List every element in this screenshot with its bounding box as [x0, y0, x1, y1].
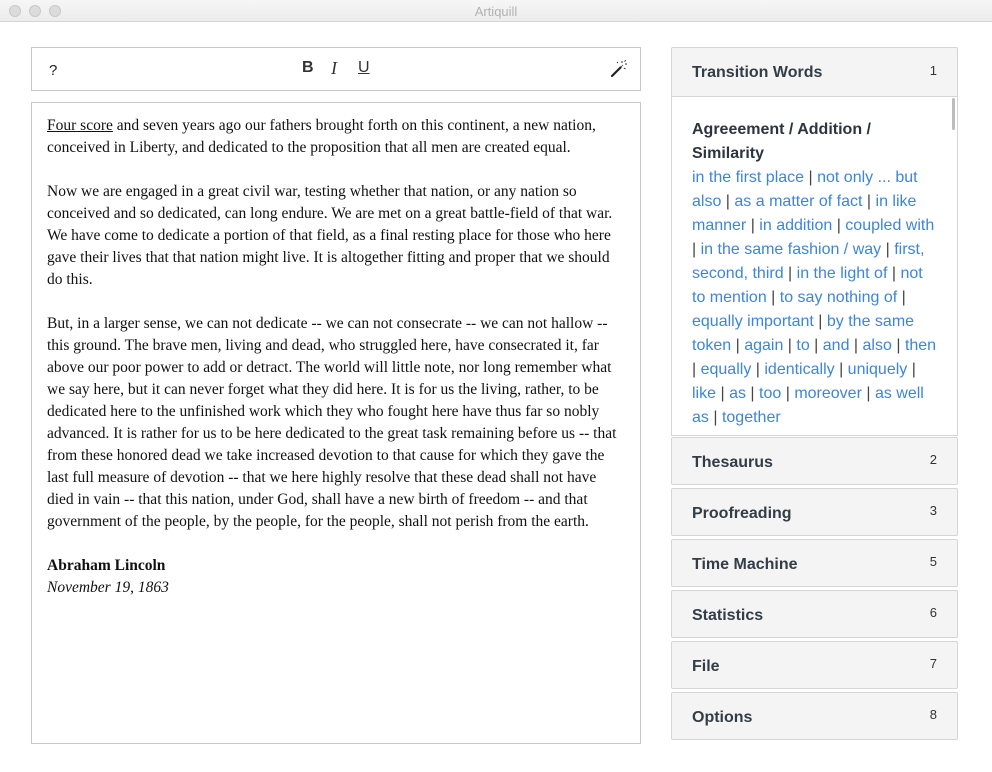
- paragraph-3: But, in a larger sense, we can not dedic…: [47, 315, 617, 530]
- phrase-separator: |: [783, 337, 797, 354]
- panel-shortcut-number: 6: [929, 605, 937, 620]
- document-editor[interactable]: Four score and seven years ago our fathe…: [31, 102, 641, 744]
- italic-button[interactable]: I: [331, 58, 337, 79]
- transition-phrases: in the first place | not only ... but al…: [692, 166, 940, 430]
- phrase-separator: |: [721, 193, 735, 210]
- bold-button[interactable]: B: [302, 59, 314, 77]
- phrase-separator: |: [862, 193, 876, 210]
- phrase-separator: |: [692, 361, 701, 378]
- transition-phrase-link[interactable]: too: [759, 385, 781, 402]
- phrase-separator: |: [783, 265, 797, 282]
- transition-phrase-link[interactable]: uniquely: [848, 361, 908, 378]
- underline-button[interactable]: U: [358, 59, 370, 77]
- panel-shortcut-number: 3: [929, 503, 937, 518]
- panel-shortcut-number: 5: [929, 554, 937, 569]
- paragraph-1: Four score and seven years ago our fathe…: [47, 115, 625, 159]
- transition-phrase-link[interactable]: again: [744, 337, 783, 354]
- transition-phrase-link[interactable]: in the same fashion / way: [701, 241, 882, 258]
- phrase-separator: |: [751, 361, 765, 378]
- phrase-separator: |: [746, 217, 760, 234]
- phrase-separator: |: [849, 337, 863, 354]
- transition-words-list[interactable]: Agreeement / Addition / Similarity in th…: [671, 96, 958, 436]
- window-title: Artiquill: [474, 4, 518, 19]
- panel-shortcut-number: 7: [929, 656, 937, 671]
- panel-title: Statistics: [692, 607, 764, 624]
- paragraph-2: Now we are engaged in a great civil war,…: [47, 183, 613, 288]
- transition-phrase-link[interactable]: in the light of: [797, 265, 888, 282]
- transition-phrase-link[interactable]: also: [863, 337, 892, 354]
- help-button[interactable]: ?: [49, 62, 57, 79]
- panel-statistics[interactable]: Statistics 6: [671, 590, 958, 638]
- phrase-separator: |: [809, 337, 823, 354]
- transition-phrase-link[interactable]: and: [823, 337, 850, 354]
- panel-title: Thesaurus: [692, 454, 773, 471]
- transition-phrase-link[interactable]: coupled with: [845, 217, 934, 234]
- phrase-separator: |: [708, 409, 722, 426]
- transition-category: Agreeement / Addition / Similarity: [692, 121, 871, 162]
- panel-options[interactable]: Options 8: [671, 692, 958, 740]
- panel-title: Transition Words: [692, 64, 823, 81]
- panel-title: File: [692, 658, 720, 675]
- phrase-separator: |: [745, 385, 760, 402]
- transition-phrase-link[interactable]: together: [722, 409, 781, 426]
- transition-phrase-link[interactable]: then: [905, 337, 936, 354]
- phrase-separator: |: [887, 265, 901, 282]
- panel-shortcut-number: 1: [929, 63, 937, 78]
- panel-file[interactable]: File 7: [671, 641, 958, 689]
- window-titlebar: Artiquill: [0, 0, 992, 22]
- transition-phrase-link[interactable]: moreover: [794, 385, 862, 402]
- phrase-separator: |: [891, 337, 905, 354]
- panel-title: Options: [692, 709, 753, 726]
- editor-toolbar: ? B I U: [31, 47, 641, 91]
- transition-phrase-link[interactable]: to say nothing of: [780, 289, 897, 306]
- phrase-separator: |: [834, 361, 848, 378]
- panel-title: Time Machine: [692, 556, 798, 573]
- phrase-separator: |: [804, 169, 818, 186]
- transition-phrase-link[interactable]: as: [729, 385, 746, 402]
- transition-phrase-link[interactable]: equally important: [692, 313, 814, 330]
- transition-phrase-link[interactable]: as a matter of fact: [734, 193, 862, 210]
- transition-phrase-link[interactable]: like: [692, 385, 716, 402]
- phrase-separator: |: [716, 385, 730, 402]
- scrollbar-thumb[interactable]: [952, 98, 955, 130]
- phrase-separator: |: [881, 241, 895, 258]
- signature-date: November 19, 1863: [47, 579, 169, 596]
- panel-time-machine[interactable]: Time Machine 5: [671, 539, 958, 587]
- panel-title: Proofreading: [692, 505, 792, 522]
- panel-thesaurus[interactable]: Thesaurus 2: [671, 437, 958, 485]
- phrase-separator: |: [897, 289, 906, 306]
- phrase-separator: |: [781, 385, 795, 402]
- panel-transition-words[interactable]: Transition Words 1: [671, 47, 958, 97]
- phrase-separator: |: [813, 313, 827, 330]
- phrase-separator: |: [692, 241, 701, 258]
- panel-shortcut-number: 2: [929, 452, 937, 467]
- phrase-separator: |: [731, 337, 745, 354]
- transition-phrase-link[interactable]: equally: [701, 361, 752, 378]
- panel-proofreading[interactable]: Proofreading 3: [671, 488, 958, 536]
- paragraph-1-text: and seven years ago our fathers brought …: [47, 117, 596, 156]
- phrase-separator: |: [832, 217, 846, 234]
- signature-name: Abraham Lincoln: [47, 557, 166, 574]
- underlined-text: Four score: [47, 117, 113, 134]
- transition-phrase-link[interactable]: identically: [764, 361, 834, 378]
- transition-phrase-link[interactable]: in the first place: [692, 169, 804, 186]
- transition-phrase-link[interactable]: to: [796, 337, 809, 354]
- magic-wand-icon[interactable]: [609, 60, 627, 78]
- transition-phrase-link[interactable]: in addition: [759, 217, 832, 234]
- transition-words-content: Agreeement / Addition / Similarity in th…: [692, 118, 940, 430]
- panel-shortcut-number: 8: [929, 707, 937, 722]
- phrase-separator: |: [907, 361, 916, 378]
- phrase-separator: |: [766, 289, 780, 306]
- phrase-separator: |: [861, 385, 875, 402]
